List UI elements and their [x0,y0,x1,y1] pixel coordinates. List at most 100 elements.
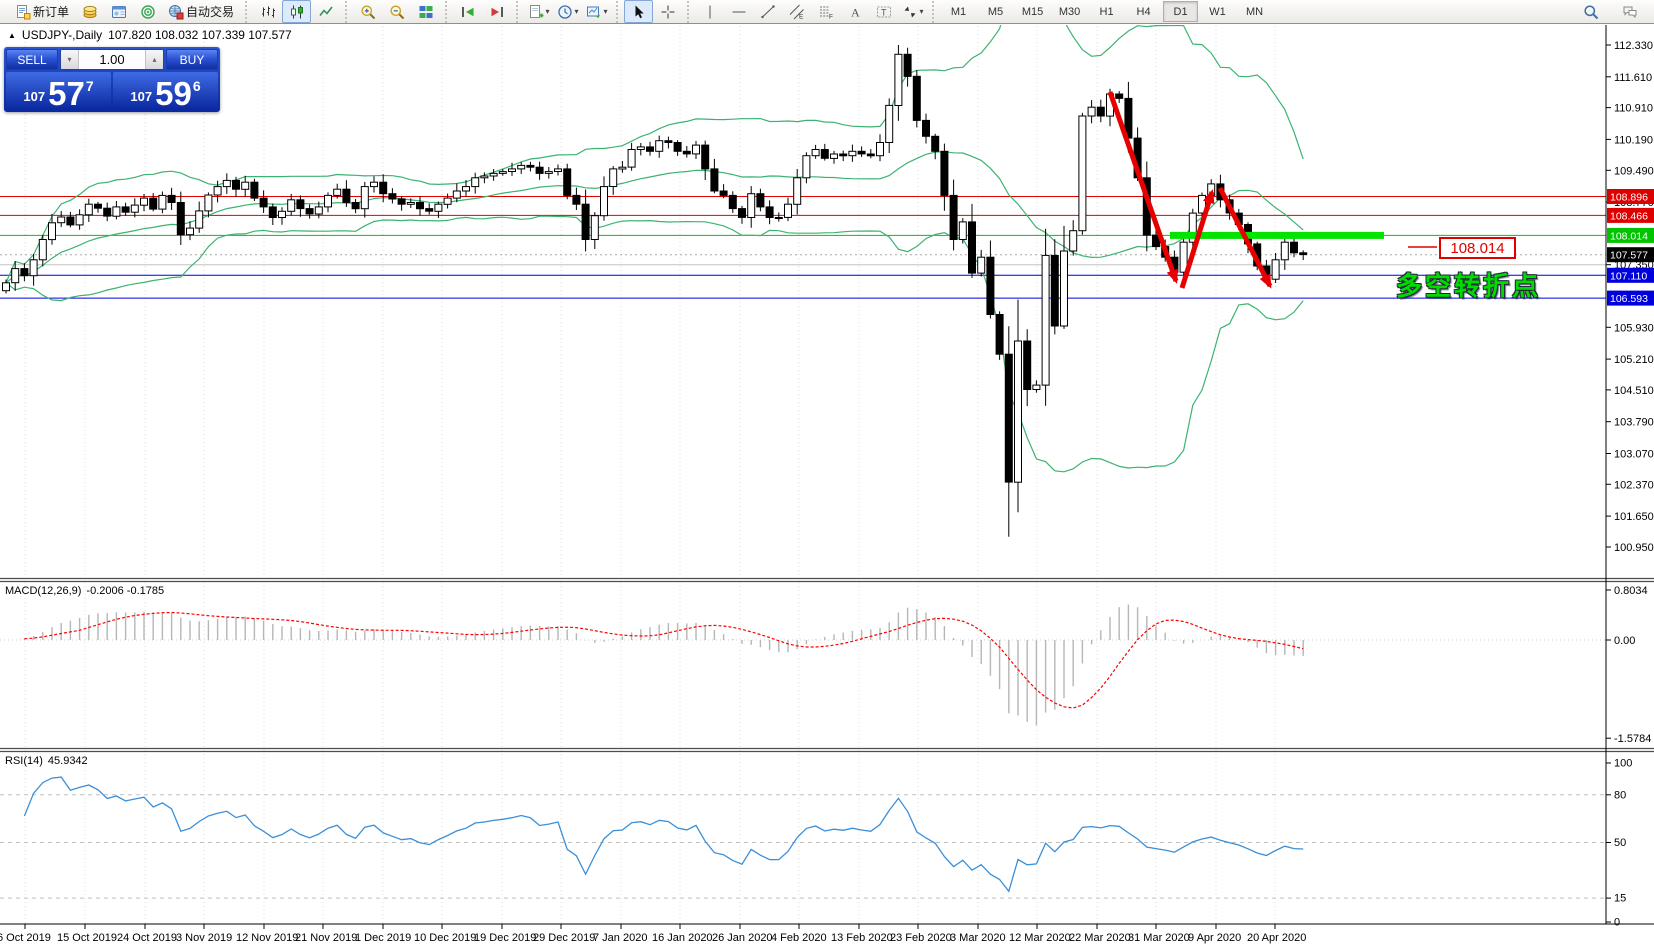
timeframe-mn-label: MN [1246,6,1263,18]
navigator-button[interactable] [133,0,162,23]
trendline-button[interactable] [753,0,782,23]
svg-text:80: 80 [1614,789,1626,801]
bar-chart-button[interactable] [253,0,282,23]
svg-text:A: A [851,5,860,19]
svg-text:100.950: 100.950 [1614,542,1654,554]
zoom-in-button[interactable] [353,0,382,23]
macd-values: -0.2006 -0.1785 [86,585,164,597]
svg-text:26 Jan 2020: 26 Jan 2020 [712,932,773,944]
text-button[interactable]: A [840,0,869,23]
arrows-button[interactable]: ▾ [898,0,927,23]
autotrading-icon [168,4,184,20]
buy-price-whole: 107 [130,89,152,104]
pane-separators[interactable] [0,579,1654,752]
turning-point-note[interactable]: 多空转折点 [1396,266,1541,303]
svg-text:110.190: 110.190 [1614,134,1653,146]
sell-price-pip: 7 [86,78,94,94]
line-chart-button[interactable] [311,0,340,23]
data-window-button[interactable] [104,0,133,23]
svg-text:50: 50 [1614,837,1626,849]
text-label-button[interactable]: T [869,0,898,23]
svg-text:0: 0 [1614,917,1620,929]
macd-axis[interactable]: 0.80340.00-1.5784 [1606,585,1651,745]
timeframe-h4[interactable]: H4 [1126,1,1161,22]
chart-area[interactable]: 112.330111.610110.910110.190109.490108.7… [0,0,1654,946]
timeframe-d1[interactable]: D1 [1163,1,1198,22]
chart-title: ▲ USDJPY-,Daily 107.820 108.032 107.339 … [8,28,292,42]
sell-button[interactable]: SELL [6,49,58,70]
timeframe-m5[interactable]: M5 [978,1,1013,22]
rsi-axis[interactable]: 1008050150 [1606,758,1632,929]
chat-button[interactable] [1615,0,1644,23]
timeframe-m1[interactable]: M1 [941,1,976,22]
bar-chart-icon [260,4,276,20]
market-watch-button[interactable] [75,0,104,23]
svg-text:9 Apr 2020: 9 Apr 2020 [1188,932,1241,944]
volume-control: ▾ ▴ [60,49,164,70]
navigator-icon [140,4,156,20]
svg-text:-1.5784: -1.5784 [1614,733,1651,745]
templates-button[interactable]: ▾ [582,0,611,23]
vertical-gridlines [25,26,1275,923]
tile-windows-button[interactable] [411,0,440,23]
trendline-icon [760,4,776,20]
new-chart-button[interactable]: ▾ [524,0,553,23]
svg-text:7 Jan 2020: 7 Jan 2020 [593,932,647,944]
price-level-callout[interactable]: 108.014 [1439,237,1516,259]
toolbar-group-insert: ▾▾▾ [516,1,615,23]
new-chart-icon [528,4,544,20]
timeframe-m15[interactable]: M15 [1015,1,1050,22]
macd-name: MACD(12,26,9) [5,585,81,597]
svg-text:F: F [829,13,833,20]
horizontal-line-button[interactable] [724,0,753,23]
periods-button[interactable]: ▾ [553,0,582,23]
zoom-in-icon [360,4,376,20]
svg-text:E: E [799,13,804,20]
price-axis[interactable]: 112.330111.610110.910110.190109.490108.7… [1606,40,1654,554]
timeframe-h1[interactable]: H1 [1089,1,1124,22]
new-order-button[interactable]: 新订单 [9,0,75,23]
collapse-arrow-icon[interactable]: ▲ [8,31,16,40]
sell-price-main: 57 [48,79,85,109]
buy-button[interactable]: BUY [166,49,218,70]
svg-text:104.510: 104.510 [1614,385,1654,397]
vertical-line-button[interactable] [695,0,724,23]
svg-text:10 Dec 2019: 10 Dec 2019 [414,932,476,944]
svg-text:16 Jan 2020: 16 Jan 2020 [652,932,713,944]
candle-chart-icon [289,4,305,20]
support-zone-bar[interactable] [1170,232,1384,239]
svg-text:15 Oct 2019: 15 Oct 2019 [57,932,117,944]
buy-button-label: BUY [180,53,205,67]
fibonacci-icon: F [818,4,834,20]
chart-shift-button[interactable] [482,0,511,23]
cursor-button[interactable] [624,0,653,23]
svg-text:20 Apr 2020: 20 Apr 2020 [1247,932,1306,944]
chevron-down-icon: ▾ [546,8,550,16]
search-button[interactable] [1576,0,1605,23]
svg-text:105.930: 105.930 [1614,322,1654,334]
timeframe-w1[interactable]: W1 [1200,1,1235,22]
timeframe-mn[interactable]: MN [1237,1,1272,22]
buy-price[interactable]: 107 59 6 [113,72,218,110]
market-watch-icon [82,4,98,20]
svg-text:29 Dec 2019: 29 Dec 2019 [533,932,595,944]
candle-chart-button[interactable] [282,0,311,23]
zoom-out-button[interactable] [382,0,411,23]
horizontal-level-lines[interactable] [0,197,1606,299]
date-axis[interactable]: 6 Oct 201915 Oct 201924 Oct 20193 Nov 20… [0,924,1306,944]
vline-icon [702,4,718,20]
volume-decrease-button[interactable]: ▾ [61,50,79,69]
volume-input[interactable] [79,50,145,69]
crosshair-button[interactable] [653,0,682,23]
sell-price[interactable]: 107 57 7 [6,72,111,110]
timeframe-m30[interactable]: M30 [1052,1,1087,22]
equidistant-channel-button[interactable]: E [782,0,811,23]
template-icon [586,4,602,20]
autotrading-button[interactable]: 自动交易 [162,0,240,23]
timeframe-w1-label: W1 [1209,6,1226,18]
svg-text:109.490: 109.490 [1614,165,1654,177]
fibonacci-button[interactable]: F [811,0,840,23]
auto-scroll-button[interactable] [453,0,482,23]
volume-increase-button[interactable]: ▴ [145,50,163,69]
svg-text:12 Mar 2020: 12 Mar 2020 [1009,932,1071,944]
